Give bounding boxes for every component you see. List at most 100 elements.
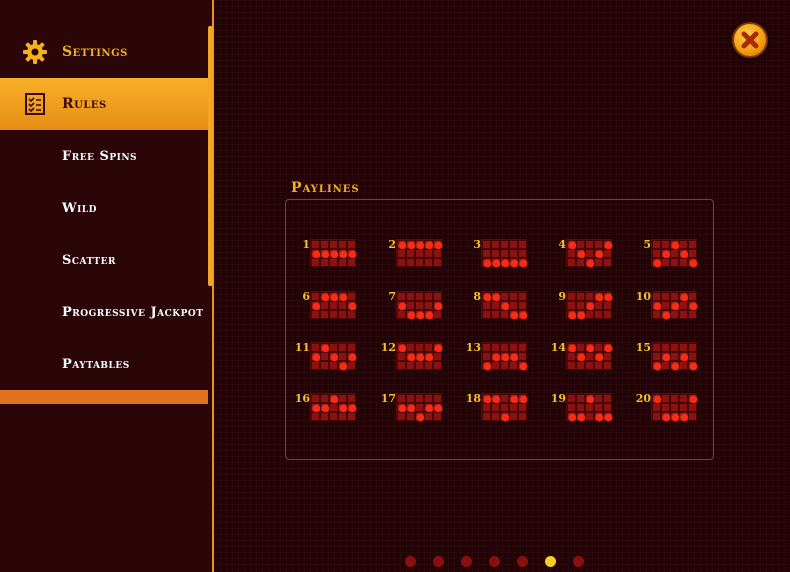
menu-item-paytables[interactable]: Paytables <box>0 338 208 390</box>
payline-marker <box>585 394 594 403</box>
payline-marker <box>491 352 500 361</box>
payline-cell <box>397 352 406 361</box>
payline-marker <box>320 292 329 301</box>
payline-cell <box>688 343 697 352</box>
payline-cell <box>679 361 688 370</box>
payline-cell <box>406 361 415 370</box>
payline-cell <box>688 240 697 249</box>
menu-item-progressive-jackpot[interactable]: Progressive Jackpot <box>0 286 208 338</box>
payline-cell <box>670 249 679 258</box>
payline-cell <box>594 394 603 403</box>
payline-cell <box>594 310 603 319</box>
payline-marker <box>338 249 347 258</box>
close-button[interactable] <box>732 22 768 58</box>
payline-cell <box>652 292 661 301</box>
page-dot-6[interactable] <box>545 556 556 567</box>
menu-item-wild[interactable]: Wild <box>0 182 208 234</box>
payline-cell <box>338 343 347 352</box>
payline-marker <box>661 249 670 258</box>
payline-cell <box>320 258 329 267</box>
menu-label-scatter: Scatter <box>62 252 116 268</box>
payline-cell <box>576 258 585 267</box>
payline-cell <box>567 292 576 301</box>
menu-item-rules[interactable]: Rules <box>0 78 208 130</box>
payline-19: 19 <box>538 392 614 421</box>
payline-marker <box>424 352 433 361</box>
paylines-title: Paylines <box>291 180 360 196</box>
payline-marker <box>406 310 415 319</box>
payline-cell <box>652 352 661 361</box>
payline-cell <box>679 258 688 267</box>
menu-label-paytables: Paytables <box>62 356 130 372</box>
payline-cell <box>338 301 347 310</box>
payline-cell <box>406 343 415 352</box>
menu-item-settings[interactable]: Settings <box>0 26 208 78</box>
payline-cell <box>661 403 670 412</box>
payline-cell <box>397 394 406 403</box>
payline-16: 16 <box>282 392 358 421</box>
payline-marker <box>652 258 661 267</box>
payline-marker <box>603 292 612 301</box>
menu-item-free-spins[interactable]: Free Spins <box>0 130 208 182</box>
payline-cell <box>491 403 500 412</box>
payline-pattern <box>566 239 612 267</box>
payline-marker <box>482 361 491 370</box>
payline-marker <box>661 352 670 361</box>
payline-cell <box>679 310 688 319</box>
payline-marker <box>415 412 424 421</box>
payline-marker <box>518 258 527 267</box>
payline-cell <box>424 258 433 267</box>
payline-marker <box>482 292 491 301</box>
payline-cell <box>670 403 679 412</box>
payline-cell <box>329 403 338 412</box>
payline-marker <box>424 240 433 249</box>
payline-cell <box>347 240 356 249</box>
page-dot-4[interactable] <box>489 556 500 567</box>
page-dot-3[interactable] <box>461 556 472 567</box>
payline-cell <box>311 258 320 267</box>
payline-cell <box>415 343 424 352</box>
page-dot-7[interactable] <box>573 556 584 567</box>
payline-pattern <box>396 239 442 267</box>
payline-cell <box>567 301 576 310</box>
payline-cell <box>594 361 603 370</box>
menu-item-scatter[interactable]: Scatter <box>0 234 208 286</box>
payline-cell <box>576 240 585 249</box>
payline-cell <box>338 394 347 403</box>
payline-pattern <box>651 342 697 370</box>
payline-cell <box>509 249 518 258</box>
payline-cell <box>433 361 442 370</box>
payline-cell <box>509 240 518 249</box>
payline-6: 6 <box>282 290 358 319</box>
payline-cell <box>329 240 338 249</box>
page-dot-1[interactable] <box>405 556 416 567</box>
payline-marker <box>433 343 442 352</box>
payline-cell <box>424 301 433 310</box>
payline-marker <box>518 361 527 370</box>
payline-marker <box>688 301 697 310</box>
payline-cell <box>652 240 661 249</box>
payline-pattern <box>396 393 442 421</box>
payline-marker <box>433 240 442 249</box>
payline-cell <box>415 301 424 310</box>
payline-cell <box>518 301 527 310</box>
payline-cell <box>329 412 338 421</box>
payline-pattern <box>310 291 356 319</box>
payline-marker <box>652 301 661 310</box>
payline-cell <box>347 310 356 319</box>
payline-cell <box>320 240 329 249</box>
payline-pattern <box>310 239 356 267</box>
page-dot-5[interactable] <box>517 556 528 567</box>
payline-cell <box>652 343 661 352</box>
payline-cell <box>518 240 527 249</box>
payline-1: 1 <box>282 238 358 267</box>
payline-cell <box>679 240 688 249</box>
payline-cell <box>567 403 576 412</box>
sidebar-scrollbar[interactable] <box>208 26 213 286</box>
payline-marker <box>603 240 612 249</box>
payline-marker <box>567 240 576 249</box>
payline-cell <box>311 343 320 352</box>
payline-number: 16 <box>294 392 310 405</box>
payline-cell <box>500 361 509 370</box>
page-dot-2[interactable] <box>433 556 444 567</box>
